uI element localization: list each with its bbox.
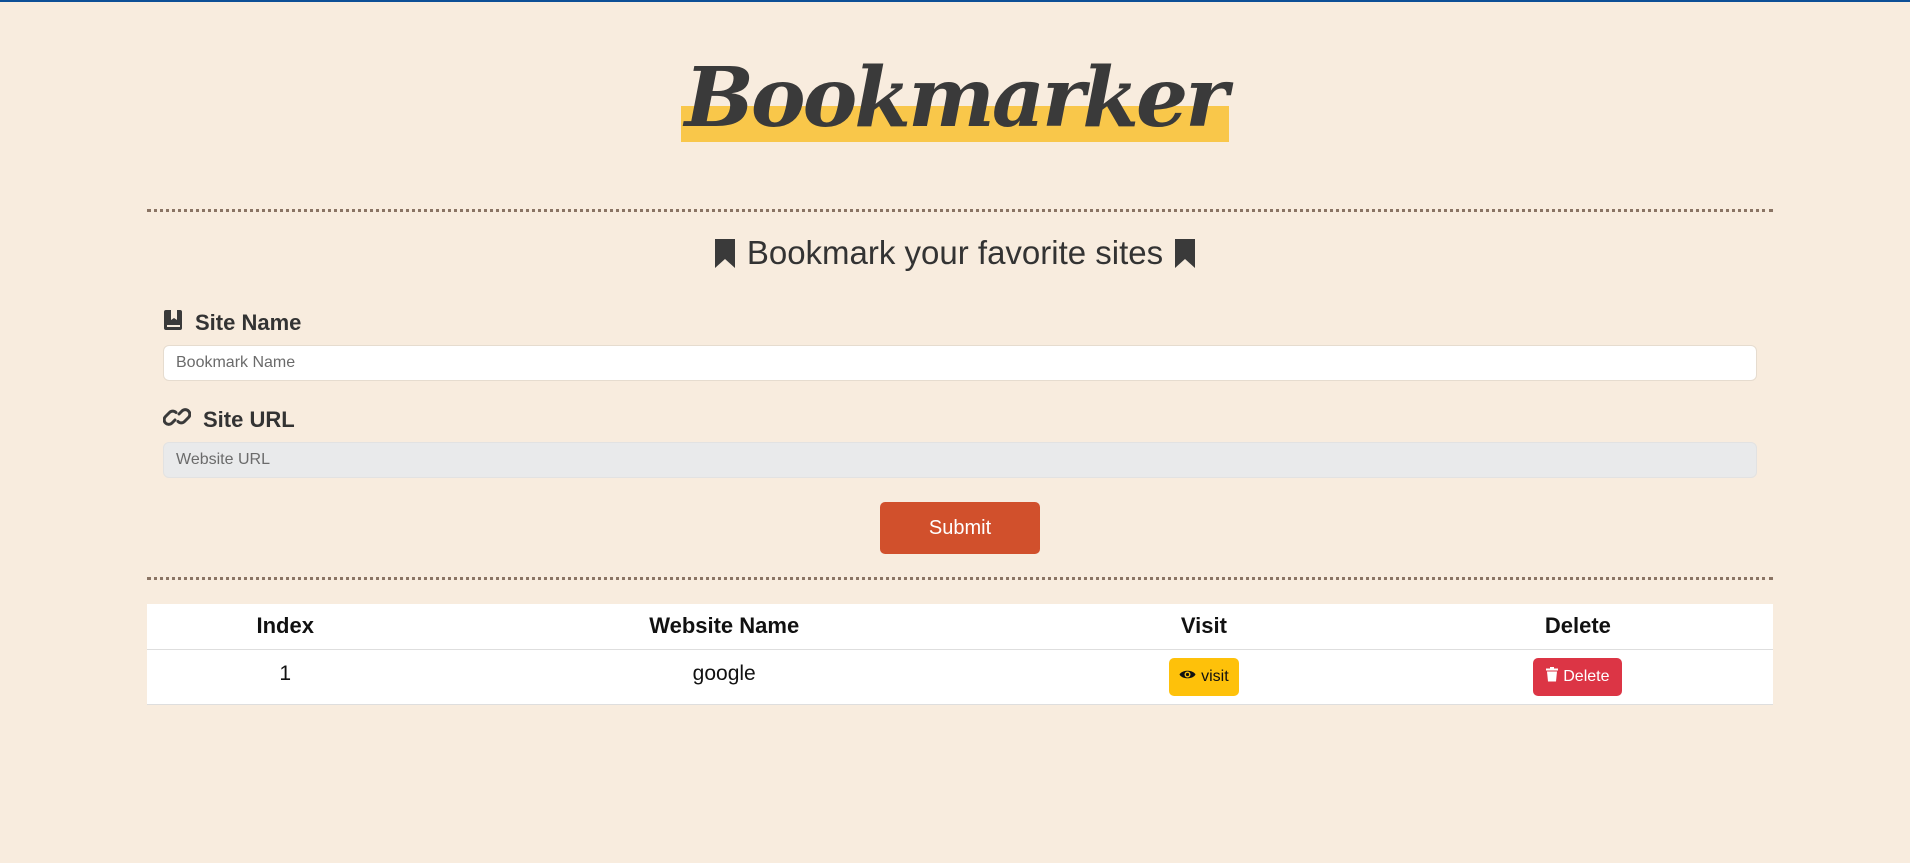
column-header-visit: Visit (1025, 604, 1383, 650)
form-heading-text: Bookmark your favorite sites (746, 234, 1164, 271)
row-delete-cell: Delete (1382, 649, 1773, 705)
bookmarks-table: Index Website Name Visit Delete 1 google (147, 604, 1773, 705)
row-website-name: google (423, 649, 1026, 705)
bookmark-icon (713, 237, 737, 270)
app-logo: Bookmarker (680, 50, 1230, 146)
column-header-website-name: Website Name (423, 604, 1026, 650)
site-url-input[interactable] (163, 442, 1757, 478)
bottom-divider (147, 577, 1773, 580)
site-name-input[interactable] (163, 345, 1757, 381)
top-divider (147, 209, 1773, 212)
form-heading: Bookmark your favorite sites (0, 234, 1910, 272)
table-row: 1 google visit Delete (147, 649, 1773, 705)
visit-button[interactable]: visit (1169, 657, 1239, 696)
row-visit-cell: visit (1025, 649, 1383, 705)
eye-icon (1179, 668, 1196, 686)
site-name-label-text: Site Name (195, 310, 302, 335)
site-name-label: Site Name (163, 309, 301, 337)
site-url-label: Site URL (162, 406, 295, 434)
column-header-index: Index (147, 604, 424, 650)
bookmark-icon (1173, 237, 1197, 270)
trash-icon (1546, 666, 1559, 687)
site-url-label-text: Site URL (203, 407, 295, 432)
link-icon (162, 406, 192, 434)
table-header-row: Index Website Name Visit Delete (147, 604, 1773, 650)
header: Bookmarker (0, 52, 1910, 144)
book-bookmark-icon (163, 309, 183, 337)
delete-button[interactable]: Delete (1533, 657, 1623, 696)
column-header-delete: Delete (1382, 604, 1773, 650)
logo-text: Bookmarker (684, 50, 1229, 146)
visit-button-label: visit (1201, 667, 1229, 685)
submit-button[interactable]: Submit (880, 502, 1040, 554)
top-border (0, 0, 1910, 2)
row-index: 1 (147, 649, 424, 705)
delete-button-label: Delete (1563, 667, 1610, 685)
